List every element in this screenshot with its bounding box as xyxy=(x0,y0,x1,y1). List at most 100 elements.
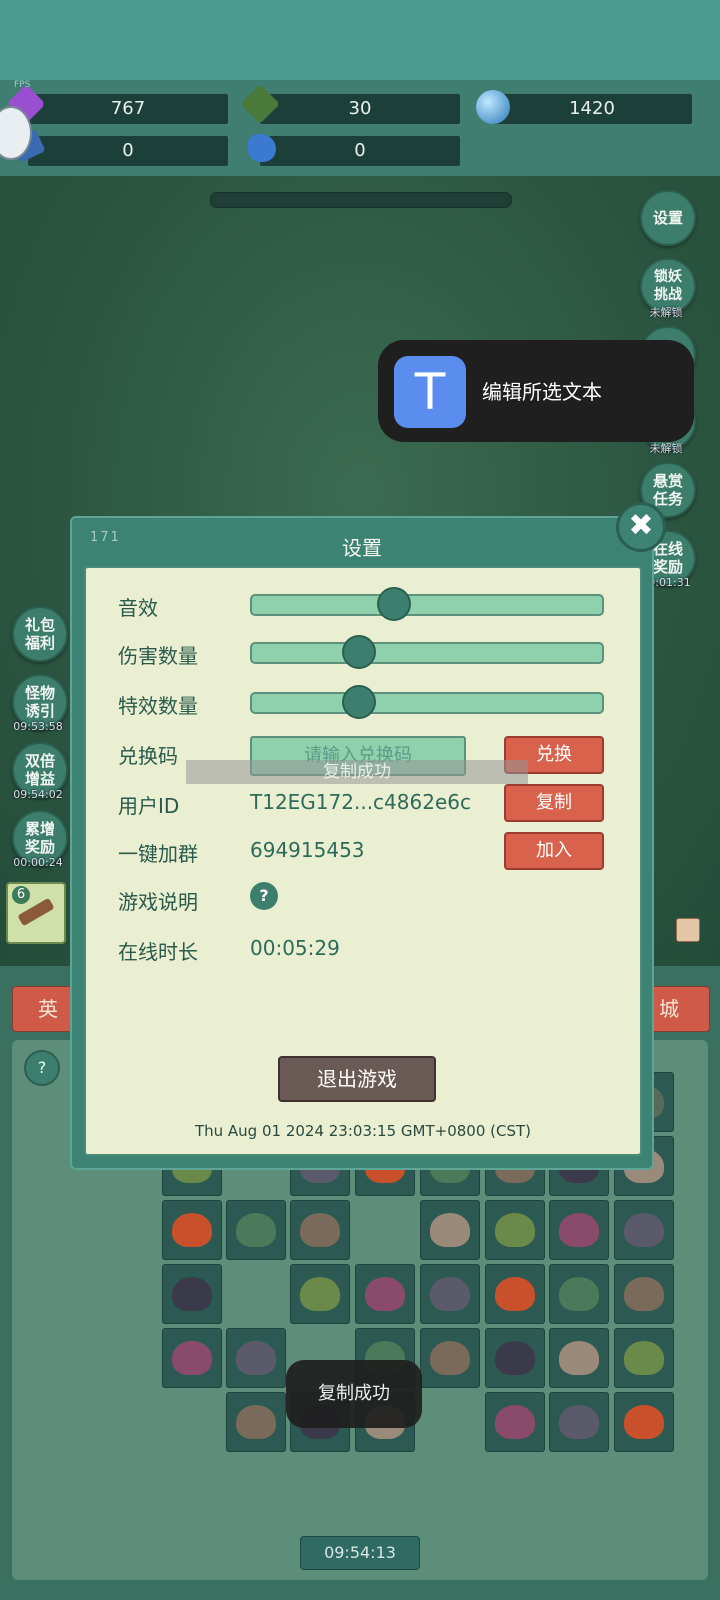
monster-icon xyxy=(495,1405,535,1439)
monster-icon xyxy=(236,1341,276,1375)
effects-slider[interactable] xyxy=(250,685,604,719)
monster-cell[interactable] xyxy=(485,1328,545,1388)
monster-cell[interactable] xyxy=(614,1200,674,1260)
menu-toggle-icon[interactable] xyxy=(676,918,700,942)
monster-icon xyxy=(430,1341,470,1375)
join-button[interactable]: 加入 xyxy=(504,832,604,870)
monster-cell[interactable] xyxy=(549,1392,609,1452)
weapon-slot[interactable]: 6 xyxy=(6,882,66,944)
bottom-timer: 09:54:13 xyxy=(300,1536,420,1570)
settings-label: 设置 xyxy=(652,209,683,227)
hidden-side-status: 未解锁 xyxy=(649,442,683,455)
effects-label: 特效数量 xyxy=(118,694,198,718)
monster-cell[interactable] xyxy=(549,1200,609,1260)
monster-icon xyxy=(300,1277,340,1311)
join-group-label: 一键加群 xyxy=(118,842,198,866)
redeem-label: 兑换码 xyxy=(118,744,178,768)
monster-icon xyxy=(172,1277,212,1311)
monster-cell[interactable] xyxy=(420,1200,480,1260)
grid-help-icon[interactable]: ? xyxy=(24,1050,60,1086)
monster-cell[interactable] xyxy=(420,1264,480,1324)
sound-slider-knob[interactable] xyxy=(377,587,411,621)
monster-cell[interactable] xyxy=(485,1392,545,1452)
online-time-value: 00:05:29 xyxy=(250,936,340,960)
close-icon[interactable]: ✖ xyxy=(616,502,666,552)
effects-slider-knob[interactable] xyxy=(342,685,376,719)
user-id-label: 用户ID xyxy=(118,794,180,818)
online-time-label: 在线时长 xyxy=(118,940,198,964)
monster-cell[interactable] xyxy=(485,1264,545,1324)
lock-demon-status: 未解锁 xyxy=(649,306,683,319)
dialog-title: 设置 xyxy=(342,536,382,560)
damage-slider-knob[interactable] xyxy=(342,635,376,669)
damage-slider[interactable] xyxy=(250,635,604,669)
monster-icon xyxy=(624,1277,664,1311)
monster-cell[interactable] xyxy=(549,1328,609,1388)
copy-success-toast: 复制成功 xyxy=(286,1360,422,1428)
monster-icon xyxy=(172,1213,212,1247)
monster-icon xyxy=(430,1277,470,1311)
group-number: 694915453 xyxy=(250,838,365,862)
monster-icon xyxy=(559,1277,599,1311)
sound-slider[interactable] xyxy=(250,587,604,621)
monster-icon xyxy=(236,1213,276,1247)
monster-cell[interactable] xyxy=(355,1264,415,1324)
edit-text-popup[interactable]: T 编辑所选文本 xyxy=(378,340,694,442)
orb-icon xyxy=(476,90,510,124)
progress-bar xyxy=(210,192,512,208)
gem-count: 767 xyxy=(28,94,228,124)
monster-icon xyxy=(495,1213,535,1247)
monster-icon xyxy=(624,1405,664,1439)
edit-text-label: 编辑所选文本 xyxy=(482,380,602,404)
monster-cell[interactable] xyxy=(614,1264,674,1324)
monster-icon xyxy=(236,1405,276,1439)
monster-cell[interactable] xyxy=(290,1200,350,1260)
monster-cell[interactable] xyxy=(549,1264,609,1324)
monster-cell[interactable] xyxy=(614,1392,674,1452)
monster-cell[interactable] xyxy=(226,1328,286,1388)
copy-success-ghost: 复制成功 xyxy=(186,760,528,784)
monster-icon xyxy=(430,1213,470,1247)
monster-cell[interactable] xyxy=(485,1200,545,1260)
monster-icon xyxy=(172,1341,212,1375)
copy-button[interactable]: 复制 xyxy=(504,784,604,822)
monster-icon xyxy=(559,1341,599,1375)
monster-lure-timer: 09:53:58 xyxy=(13,720,63,733)
monster-cell[interactable] xyxy=(420,1328,480,1388)
monster-cell[interactable] xyxy=(226,1392,286,1452)
sound-label: 音效 xyxy=(118,596,158,620)
exit-game-button[interactable]: 退出游戏 xyxy=(278,1056,436,1102)
monster-cell[interactable] xyxy=(290,1264,350,1324)
crystal-count: 30 xyxy=(260,94,460,124)
resource-bar: FPS 767 30 1420 0 0 xyxy=(0,80,720,176)
datetime-text: Thu Aug 01 2024 23:03:15 GMT+0800 (CST) xyxy=(194,1122,532,1140)
monster-icon xyxy=(559,1405,599,1439)
dialog-body: 音效 伤害数量 特效数量 兑换码 请输入兑换码 兑换 复制成功 用户ID T12… xyxy=(84,566,642,1156)
weapon-level-badge: 6 xyxy=(12,886,30,904)
monster-cell[interactable] xyxy=(614,1328,674,1388)
game-guide-label: 游戏说明 xyxy=(118,890,198,914)
double-boost-label: 双倍增益 xyxy=(24,752,55,788)
monster-cell[interactable] xyxy=(162,1264,222,1324)
fish-count: 0 xyxy=(260,136,460,166)
fish-icon xyxy=(248,134,276,162)
gift-label: 礼包福利 xyxy=(24,616,55,652)
monster-icon xyxy=(624,1213,664,1247)
bounty-label: 悬赏任务 xyxy=(652,472,683,508)
monster-cell[interactable] xyxy=(162,1328,222,1388)
monster-cell[interactable] xyxy=(226,1200,286,1260)
double-boost-timer: 09:54:02 xyxy=(13,788,63,801)
monster-icon xyxy=(559,1213,599,1247)
help-icon[interactable]: ? xyxy=(250,882,278,910)
settings-button[interactable]: 设置 xyxy=(640,190,696,246)
gift-welfare-button[interactable]: 礼包福利 xyxy=(12,606,68,662)
lock-demon-label: 锁妖挑战 xyxy=(654,269,682,303)
monster-cell[interactable] xyxy=(162,1200,222,1260)
card-count: 0 xyxy=(28,136,228,166)
accumulate-timer: 00:00:24 xyxy=(13,856,63,869)
settings-dialog: 171 设置 音效 伤害数量 特效数量 兑换码 请输入兑换码 兑换 复制成功 用… xyxy=(70,516,654,1170)
accumulate-label: 累增奖励 xyxy=(24,820,55,856)
user-id-value: T12EG172...c4862e6c xyxy=(250,790,471,814)
monster-lure-label: 怪物诱引 xyxy=(24,684,55,720)
top-band xyxy=(0,0,720,80)
